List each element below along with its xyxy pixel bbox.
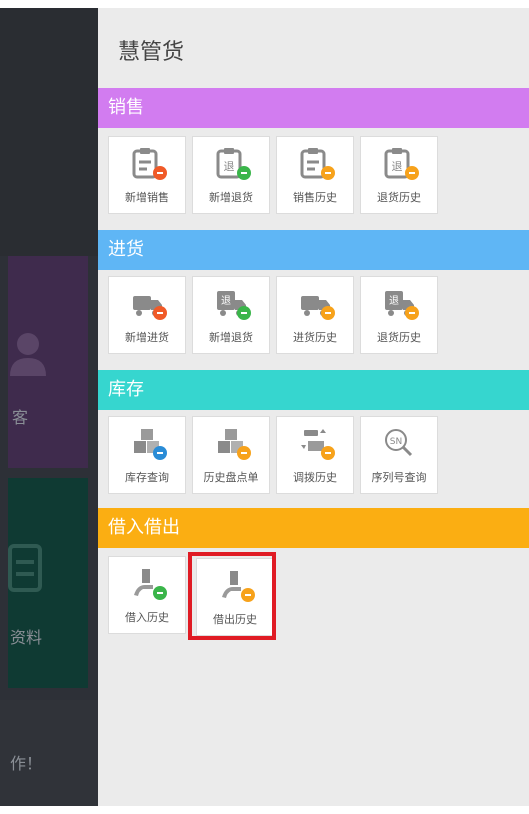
app-title: 慧管货 [118, 40, 185, 65]
tile-label: 借入历史 [125, 611, 169, 624]
svg-text:退: 退 [224, 160, 235, 173]
svg-text:SN: SN [390, 437, 402, 447]
truck-add-icon [131, 287, 167, 321]
transfer-history-icon [299, 427, 335, 461]
tile-borrow-in-history[interactable]: 借入历史 [108, 556, 186, 634]
tile-label: 进货历史 [293, 331, 337, 344]
section-header-inventory: 库存 [98, 370, 529, 410]
tile-stocktake-history[interactable]: 历史盘点单 [192, 416, 270, 494]
background-footer-text: 作！ [10, 754, 43, 773]
section-title: 借入借出 [108, 517, 180, 538]
borrow-in-icon [131, 567, 167, 601]
tile-new-sale[interactable]: 新增销售 [108, 136, 186, 214]
clipboard-return-history-icon: 退 [383, 147, 419, 181]
tile-serial-query[interactable]: SN 序列号查询 [360, 416, 438, 494]
tile-new-purchase-return[interactable]: 退 新增退货 [192, 276, 270, 354]
person-icon [10, 333, 46, 376]
tile-label: 新增退货 [209, 331, 253, 344]
background-footer: 作！ [0, 700, 98, 808]
tile-transfer-history[interactable]: 调拨历史 [276, 416, 354, 494]
section-title: 库存 [108, 379, 144, 400]
truck-history-icon [299, 287, 335, 321]
section-header-borrow: 借入借出 [98, 508, 529, 548]
bottom-margin [0, 806, 98, 814]
clipboard-return-add-icon: 退 [215, 147, 251, 181]
background-app: 客 资料 作！ [0, 0, 98, 814]
section-title: 销售 [108, 97, 144, 118]
boxes-search-icon [131, 427, 167, 461]
tile-sales-history[interactable]: 销售历史 [276, 136, 354, 214]
background-card-data[interactable]: 资料 [8, 478, 88, 688]
tile-label: 退货历史 [377, 191, 421, 204]
tile-inventory-query[interactable]: 库存查询 [108, 416, 186, 494]
tile-label: 新增进货 [125, 331, 169, 344]
truck-return-add-icon: 退 [215, 287, 251, 321]
tile-label: 退货历史 [377, 331, 421, 344]
svg-text:退: 退 [389, 295, 399, 307]
tile-label: 库存查询 [125, 471, 169, 484]
tile-new-purchase[interactable]: 新增进货 [108, 276, 186, 354]
svg-text:退: 退 [392, 160, 403, 173]
document-icon [8, 544, 42, 592]
tile-return-history[interactable]: 退 退货历史 [360, 136, 438, 214]
tile-label: 历史盘点单 [203, 471, 259, 484]
tile-purchase-return-history[interactable]: 退 退货历史 [360, 276, 438, 354]
background-card-label: 资料 [10, 628, 43, 647]
tile-new-return[interactable]: 退 新增退货 [192, 136, 270, 214]
clipboard-add-icon [131, 147, 167, 181]
tile-label: 序列号查询 [371, 471, 427, 484]
tile-label: 调拨历史 [293, 471, 337, 484]
background-header [0, 8, 98, 256]
truck-return-history-icon: 退 [383, 287, 419, 321]
tile-purchase-history[interactable]: 进货历史 [276, 276, 354, 354]
clipboard-history-icon [299, 147, 335, 181]
boxes-history-icon [215, 427, 251, 461]
tile-label: 销售历史 [293, 191, 337, 204]
section-header-sales: 销售 [98, 88, 529, 128]
selection-highlight [188, 552, 276, 640]
background-card-customers[interactable]: 客 [8, 256, 88, 468]
app-screen: 客 资料 作！ 慧管货 销售 新增销售 退 新增退货 销售历史 退 退货历史 进… [0, 0, 529, 814]
svg-text:退: 退 [221, 295, 231, 307]
sn-search-icon: SN [383, 427, 419, 461]
navigation-drawer: 慧管货 销售 新增销售 退 新增退货 销售历史 退 退货历史 进货 新增进货 退… [98, 8, 529, 806]
section-title: 进货 [108, 239, 144, 260]
background-card-label: 客 [12, 408, 29, 427]
tile-label: 新增销售 [125, 191, 169, 204]
tile-label: 新增退货 [209, 191, 253, 204]
section-header-purchase: 进货 [98, 230, 529, 270]
top-margin [0, 0, 98, 8]
